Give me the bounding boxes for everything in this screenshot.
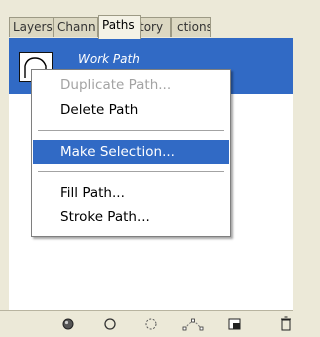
- new-path-button[interactable]: [224, 315, 244, 333]
- delete-path-button[interactable]: [279, 315, 293, 333]
- load-selection-button[interactable]: [141, 315, 161, 333]
- fill-path-button[interactable]: [58, 315, 78, 333]
- path-context-menu: Duplicate Path... Delete Path Make Selec…: [31, 69, 231, 237]
- new-path-icon: [228, 318, 241, 330]
- panel-top: [0, 0, 293, 13]
- tab-label: tory: [139, 20, 164, 34]
- menu-item-make-selection[interactable]: Make Selection...: [33, 140, 229, 164]
- tab-label: ctions: [177, 20, 211, 34]
- menu-separator: [38, 171, 224, 172]
- path-name[interactable]: Work Path: [78, 52, 140, 66]
- make-work-path-button[interactable]: [182, 315, 204, 333]
- tab-layers[interactable]: Layers: [9, 17, 54, 37]
- tab-label: Chann: [57, 20, 96, 34]
- load-as-selection-icon: [145, 318, 157, 330]
- tab-label: Paths: [102, 18, 135, 32]
- panel-tab-bar: Layers Chann tory Paths ctions: [9, 14, 293, 39]
- trash-icon: [281, 316, 291, 331]
- tab-label: Layers: [13, 20, 53, 34]
- menu-item-duplicate-path: Duplicate Path...: [60, 77, 172, 93]
- menu-item-delete-path[interactable]: Delete Path: [33, 98, 229, 122]
- menu-item-stroke-path[interactable]: Stroke Path...: [33, 205, 229, 229]
- stroke-path-button[interactable]: [100, 315, 120, 333]
- menu-separator: [38, 130, 224, 131]
- tab-channels[interactable]: Chann: [53, 17, 98, 37]
- make-work-path-icon: [182, 318, 204, 331]
- tab-paths[interactable]: Paths: [98, 15, 141, 39]
- tab-actions[interactable]: ctions: [171, 17, 211, 37]
- fill-path-icon: [62, 318, 74, 330]
- paths-button-bar: [0, 310, 293, 337]
- stroke-path-icon: [104, 318, 116, 330]
- menu-item-fill-path[interactable]: Fill Path...: [33, 181, 229, 205]
